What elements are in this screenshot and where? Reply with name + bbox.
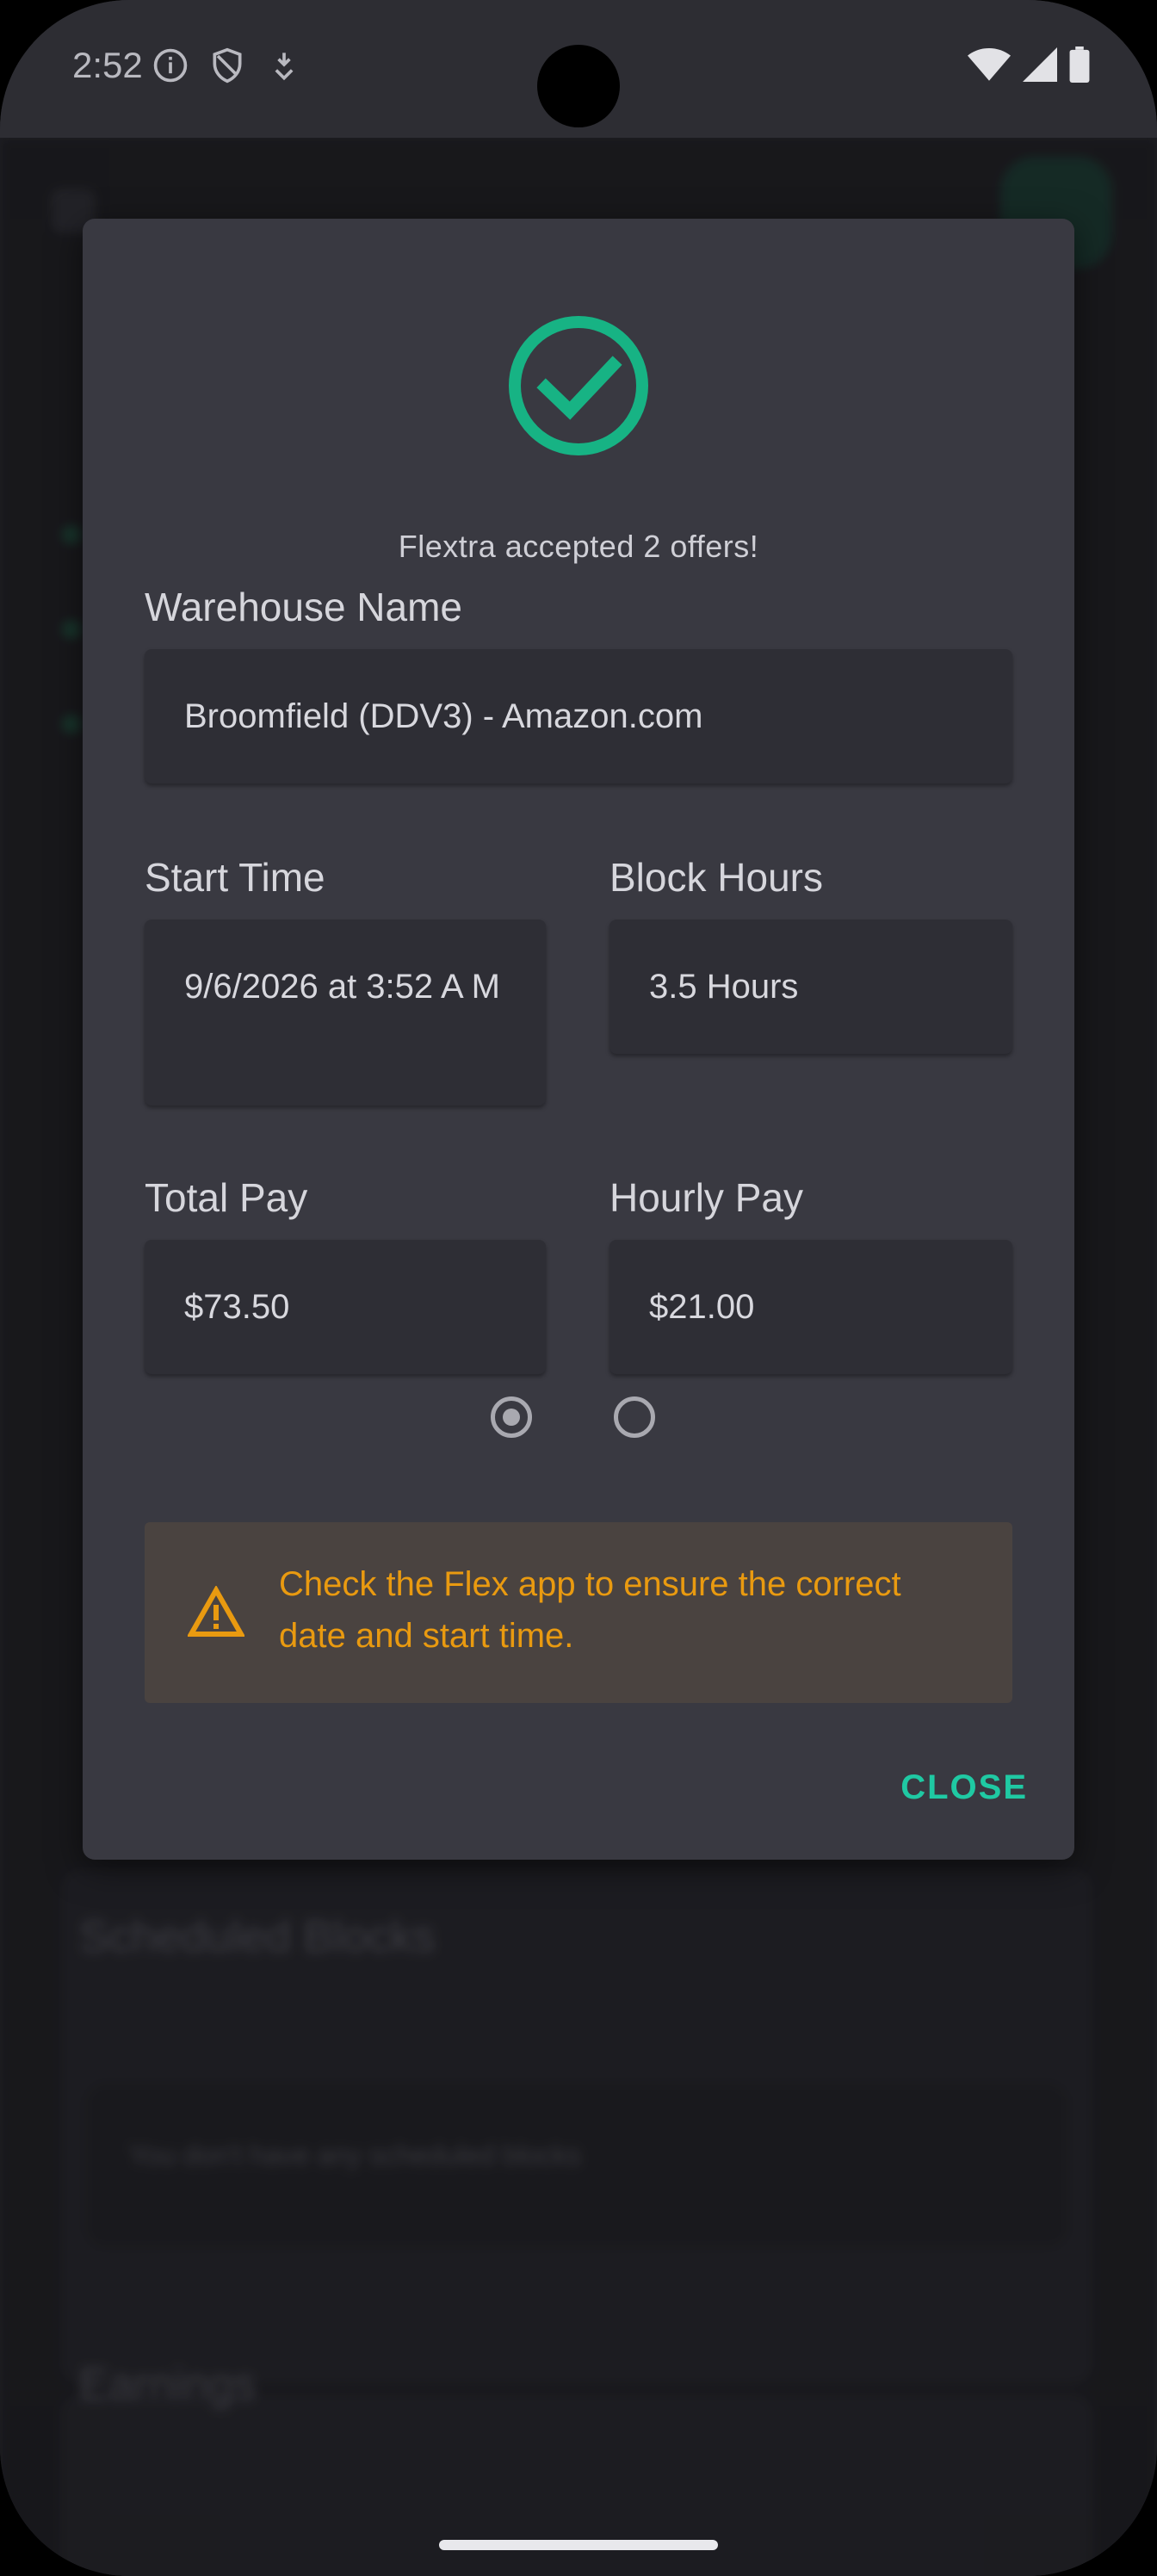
block-hours-field: 3.5 Hours xyxy=(609,920,1012,1054)
warning-banner: Check the Flex app to ensure the correct… xyxy=(145,1522,1012,1703)
status-system-icons xyxy=(968,46,1090,83)
offer-page-radio-1[interactable] xyxy=(491,1396,532,1438)
warehouse-value: Broomfield (DDV3) - Amazon.com xyxy=(184,697,703,735)
status-bar: 2:52 xyxy=(0,0,1157,138)
gesture-nav-handle[interactable] xyxy=(439,2540,718,2550)
total-pay-field: $73.50 xyxy=(145,1240,546,1374)
warehouse-field: Broomfield (DDV3) - Amazon.com xyxy=(145,649,1012,783)
status-notification-icons xyxy=(152,46,303,84)
download-icon xyxy=(275,53,294,81)
dialog-message: Flextra accepted 2 offers! xyxy=(398,529,759,564)
offer-accepted-dialog: Flextra accepted 2 offers! Warehouse Nam… xyxy=(83,219,1074,1860)
hourly-pay-label: Hourly Pay xyxy=(609,1175,803,1220)
total-pay-label: Total Pay xyxy=(145,1175,308,1220)
offer-page-radio-2[interactable] xyxy=(614,1396,655,1438)
block-hours-label: Block Hours xyxy=(609,855,823,900)
shield-icon xyxy=(213,47,242,84)
info-icon xyxy=(153,48,188,83)
total-pay-value: $73.50 xyxy=(184,1288,290,1326)
warehouse-label: Warehouse Name xyxy=(145,585,463,629)
hourly-pay-field: $21.00 xyxy=(609,1240,1012,1374)
status-time: 2:52 xyxy=(72,45,143,85)
signal-icon xyxy=(1023,47,1057,82)
start-time-field: 9/6/2026 at 3:52 A M xyxy=(145,920,546,1105)
battery-icon xyxy=(1069,46,1090,83)
hourly-pay-value: $21.00 xyxy=(649,1288,755,1326)
close-button[interactable]: CLOSE xyxy=(900,1768,1028,1807)
phone-screen: Scheduled Blocks You don't have any sche… xyxy=(0,0,1157,2576)
warning-text: Check the Flex app to ensure the correct… xyxy=(279,1565,901,1655)
start-time-value: 9/6/2026 at 3:52 A M xyxy=(184,968,500,1006)
warning-triangle-icon xyxy=(188,1586,244,1637)
block-hours-value: 3.5 Hours xyxy=(649,968,799,1006)
wifi-icon xyxy=(968,47,1011,81)
start-time-label: Start Time xyxy=(145,855,325,900)
check-circle-icon xyxy=(509,316,648,455)
camera-cutout xyxy=(537,45,620,127)
